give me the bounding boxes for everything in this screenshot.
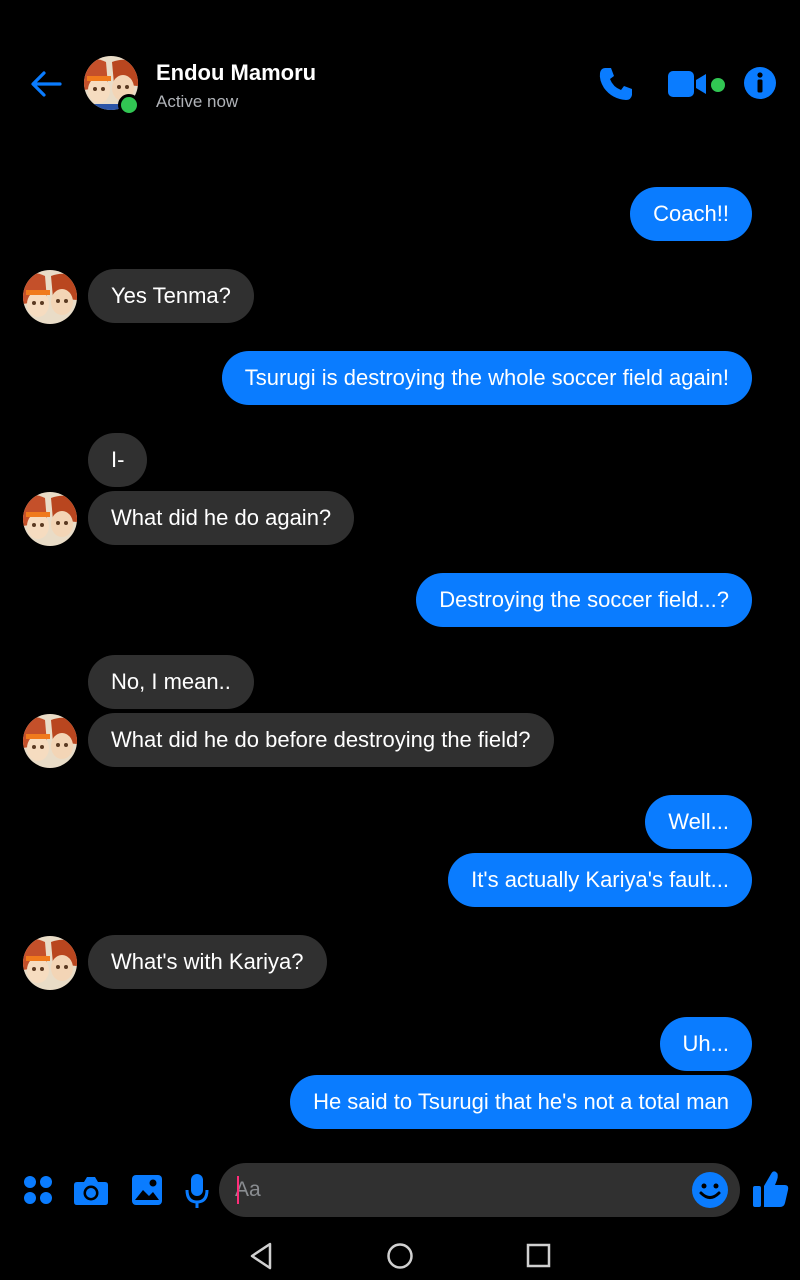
contact-status: Active now	[156, 92, 239, 111]
message-input-container	[219, 1163, 740, 1217]
message-sent[interactable]: Uh...	[659, 1017, 752, 1071]
contact-avatar-small	[23, 492, 77, 546]
apps-icon[interactable]	[22, 1174, 54, 1206]
phone-icon[interactable]	[596, 64, 636, 104]
message-received[interactable]: I-	[88, 433, 148, 487]
message-sent[interactable]: Destroying the soccer field...?	[416, 573, 752, 627]
nav-home-icon[interactable]	[380, 1236, 420, 1276]
message-sent[interactable]: Tsurugi is destroying the whole soccer f…	[221, 351, 752, 405]
message-sent[interactable]: Coach!!	[630, 187, 752, 241]
chat-header: Endou Mamoru Active now	[0, 40, 800, 130]
nav-recents-icon[interactable]	[519, 1236, 559, 1276]
thumbs-up-icon[interactable]	[752, 1169, 790, 1209]
video-camera-icon[interactable]	[666, 68, 710, 100]
nav-back-icon[interactable]	[242, 1236, 282, 1276]
message-composer	[0, 1160, 800, 1222]
message-received[interactable]: What did he do again?	[88, 491, 355, 545]
contact-avatar-small	[23, 936, 77, 990]
emoji-icon[interactable]	[691, 1171, 729, 1209]
message-received[interactable]: No, I mean..	[88, 655, 254, 709]
messenger-chat-screen: Endou Mamoru Active now Coach!! Yes Tenm…	[0, 0, 800, 1280]
back-arrow-icon[interactable]	[28, 66, 64, 102]
message-received[interactable]: Yes Tenma?	[88, 269, 254, 323]
message-sent[interactable]: Well...	[645, 795, 752, 849]
contact-avatar-small	[23, 270, 77, 324]
gallery-icon[interactable]	[130, 1173, 164, 1207]
message-sent[interactable]: He said to Tsurugi that he's not a total…	[290, 1075, 752, 1129]
message-received[interactable]: What did he do before destroying the fie…	[88, 713, 554, 767]
microphone-icon[interactable]	[184, 1172, 210, 1210]
text-caret	[237, 1176, 239, 1204]
message-received[interactable]: What's with Kariya?	[88, 935, 327, 989]
message-sent[interactable]: It's actually Kariya's fault...	[448, 853, 752, 907]
system-navigation-bar	[0, 1228, 800, 1280]
info-icon[interactable]	[742, 65, 778, 101]
online-indicator	[118, 94, 140, 116]
contact-name[interactable]: Endou Mamoru	[156, 60, 316, 86]
camera-icon[interactable]	[73, 1173, 109, 1207]
video-active-indicator	[711, 78, 725, 92]
contact-avatar-small	[23, 714, 77, 768]
message-input[interactable]	[235, 1163, 675, 1217]
